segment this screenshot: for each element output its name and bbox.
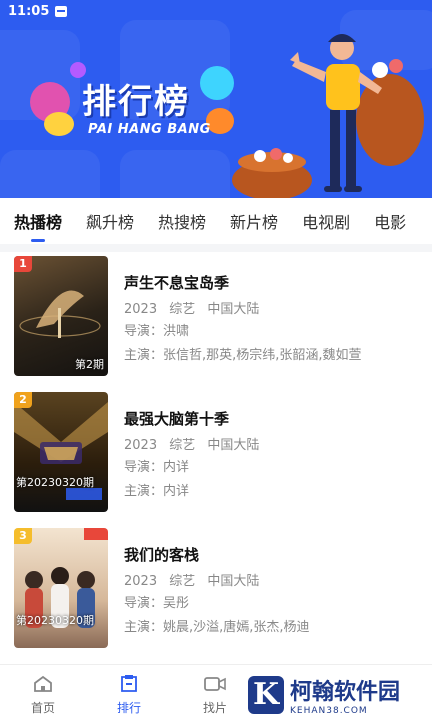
episode-label: 第20230320期 (16, 614, 94, 627)
poster-image[interactable]: 3 第20230320期 (14, 528, 108, 648)
tab-new-release[interactable]: 新片榜 (230, 209, 278, 233)
watermark-logo: K (248, 676, 284, 714)
cast-value: 姚晨,沙溢,唐嫣,张杰,杨迪 (163, 620, 310, 635)
item-region: 中国大陆 (207, 574, 260, 589)
poster-image[interactable]: 2 第20230320期 (14, 392, 108, 512)
item-meta: 2023 综艺 中国大陆 (124, 298, 422, 320)
cast-label: 主演： (124, 348, 164, 363)
banner-title: 排行榜 (82, 82, 190, 122)
item-info: 最强大脑第十季 2023 综艺 中国大陆 导演：内详 主演：内详 (124, 408, 422, 504)
splash-shape (200, 66, 234, 100)
director-value: 内详 (163, 460, 190, 475)
rank-badge: 1 (14, 256, 32, 272)
item-region: 中国大陆 (207, 438, 260, 453)
site-watermark: K 柯翰软件园 KEHAN38.COM (248, 670, 432, 720)
video-icon (204, 677, 226, 691)
item-genre: 综艺 (169, 438, 196, 453)
rank-badge: 2 (14, 392, 32, 408)
splash-shape (44, 112, 74, 136)
item-director: 导演：洪啸 (124, 320, 422, 344)
ranking-list: 1 第2期 声生不息宝岛季 2023 综艺 中国大陆 导演：洪啸 主演：张信哲,… (0, 252, 432, 660)
rank-badge: 3 (14, 528, 32, 544)
item-cast: 主演：张信哲,那英,杨宗纬,张韶涵,魏如萱 (124, 344, 422, 368)
cast-value: 内详 (163, 484, 190, 499)
nav-ranking-label: 排行 (116, 701, 141, 715)
item-title[interactable]: 最强大脑第十季 (124, 408, 422, 432)
nav-home-label: 首页 (30, 701, 55, 715)
tab-tv-series[interactable]: 电视剧 (302, 209, 350, 233)
banner-tile (0, 150, 100, 198)
poster-image[interactable]: 1 第2期 (14, 256, 108, 376)
item-year: 2023 (124, 574, 158, 589)
tab-hot-play[interactable]: 热播榜 (14, 209, 62, 242)
nav-find-label: 找片 (202, 701, 227, 715)
watermark-text: 柯翰软件园 KEHAN38.COM (290, 674, 400, 716)
watermark-sub: KEHAN38.COM (290, 706, 368, 716)
director-label: 导演： (124, 460, 164, 475)
ranking-icon (121, 675, 137, 692)
list-item[interactable]: 1 第2期 声生不息宝岛季 2023 综艺 中国大陆 导演：洪啸 主演：张信哲,… (0, 252, 432, 388)
cast-value: 张信哲,那英,杨宗纬,张韶涵,魏如萱 (163, 348, 362, 363)
item-region: 中国大陆 (207, 302, 260, 317)
item-director: 导演：内详 (124, 456, 422, 480)
director-label: 导演： (124, 596, 164, 611)
item-info: 我们的客栈 2023 综艺 中国大陆 导演：吴彤 主演：姚晨,沙溢,唐嫣,张杰,… (124, 544, 422, 640)
status-time: 11:05 (8, 3, 50, 19)
section-divider (0, 244, 432, 252)
episode-label: 第20230320期 (16, 476, 94, 489)
status-bar: 11:05 (0, 0, 432, 22)
ranking-logo: 排行榜 PAI HANG BANG (30, 62, 240, 152)
list-item[interactable]: 2 第20230320期 最强大脑第十季 2023 综艺 中国大陆 导演：内详 … (0, 388, 432, 524)
poster-art (25, 528, 108, 628)
item-title[interactable]: 声生不息宝岛季 (124, 272, 422, 296)
list-item[interactable]: 3 第20230320期 我们的客栈 2023 综艺 中国大陆 导演：吴彤 主演… (0, 524, 432, 660)
item-meta: 2023 综艺 中国大陆 (124, 434, 422, 456)
item-title[interactable]: 我们的客栈 (124, 544, 422, 568)
item-director: 导演：吴彤 (124, 592, 422, 616)
director-label: 导演： (124, 324, 164, 339)
cast-label: 主演： (124, 484, 164, 499)
poster-art (14, 402, 108, 500)
home-icon (34, 675, 52, 692)
item-genre: 综艺 (169, 574, 196, 589)
notification-icon (55, 5, 68, 17)
item-year: 2023 (124, 438, 158, 453)
item-cast: 主演：姚晨,沙溢,唐嫣,张杰,杨迪 (124, 616, 422, 640)
ranking-banner: 11:05 排行榜 PAI HANG BANG (0, 0, 432, 198)
item-cast: 主演：内详 (124, 480, 422, 504)
director-value: 洪啸 (163, 324, 190, 339)
director-value: 吴彤 (163, 596, 190, 611)
watermark-main: 柯翰软件园 (290, 680, 401, 705)
nav-home[interactable]: 首页 (0, 665, 86, 720)
banner-illustration (232, 34, 424, 198)
tab-rising[interactable]: 飙升榜 (86, 209, 134, 233)
item-year: 2023 (124, 302, 158, 317)
item-meta: 2023 综艺 中国大陆 (124, 570, 422, 592)
tab-movie[interactable]: 电影 (374, 209, 406, 233)
item-info: 声生不息宝岛季 2023 综艺 中国大陆 导演：洪啸 主演：张信哲,那英,杨宗纬… (124, 272, 422, 368)
tab-hot-search[interactable]: 热搜榜 (158, 209, 206, 233)
nav-ranking[interactable]: 排行 (86, 665, 172, 720)
banner-tile (120, 150, 230, 198)
item-genre: 综艺 (169, 302, 196, 317)
nav-find[interactable]: 找片 (172, 665, 258, 720)
episode-label: 第2期 (75, 358, 104, 371)
banner-subtitle: PAI HANG BANG (88, 122, 211, 137)
cast-label: 主演： (124, 620, 164, 635)
ranking-tabs: 热播榜 飙升榜 热搜榜 新片榜 电视剧 电影 (0, 198, 432, 244)
